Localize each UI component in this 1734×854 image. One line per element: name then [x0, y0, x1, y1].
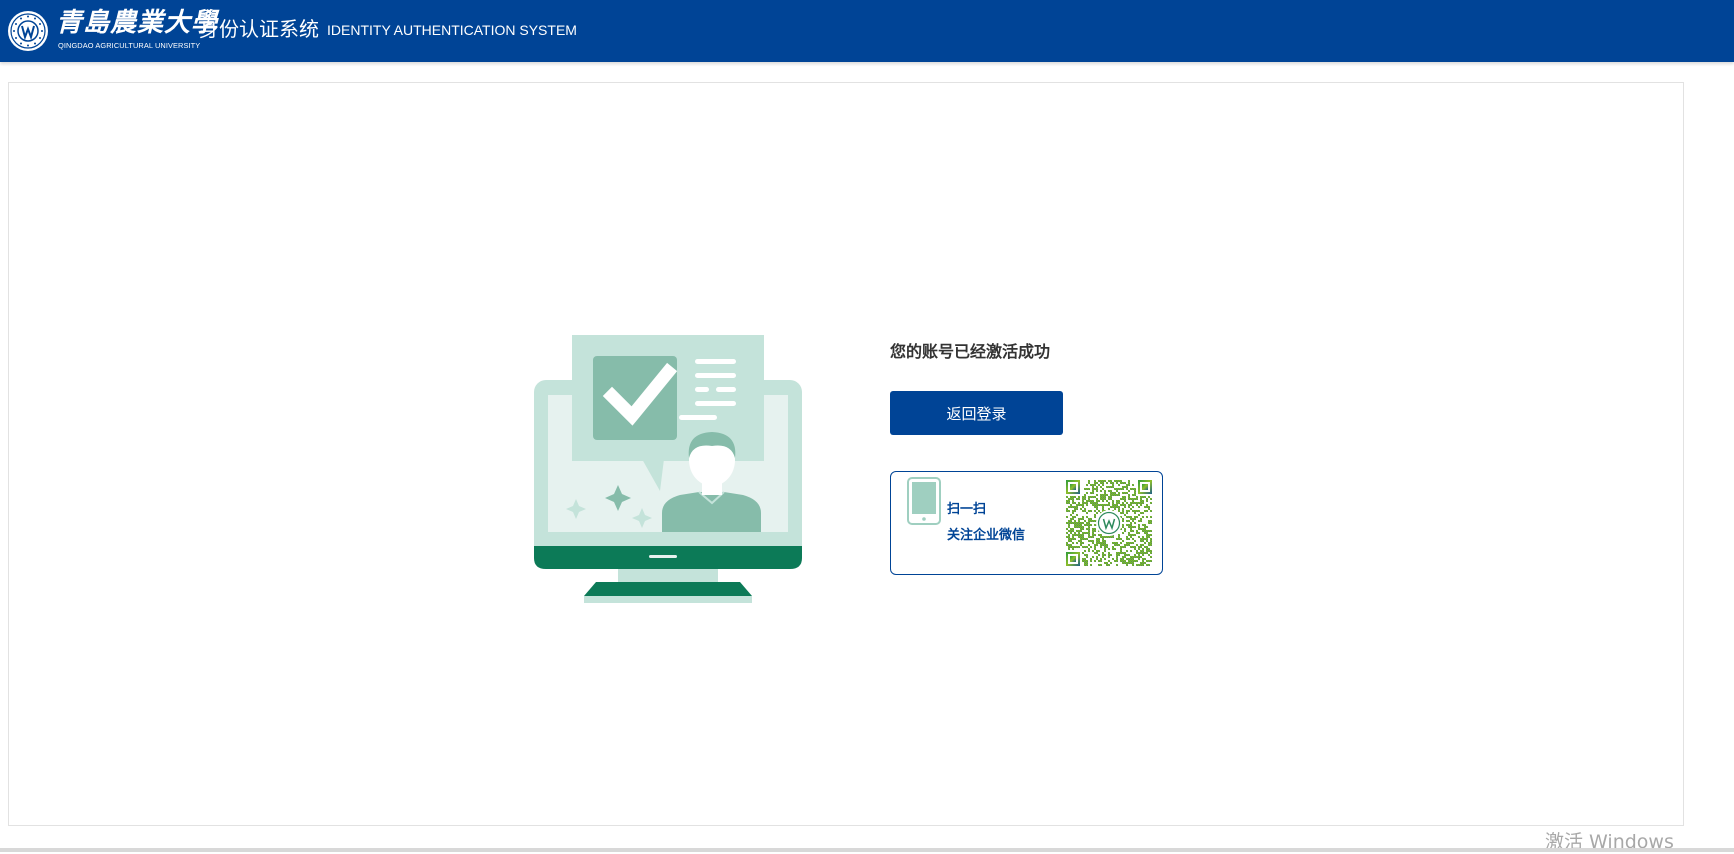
mobile-phone-icon — [907, 477, 941, 525]
main-content-panel — [8, 82, 1684, 826]
horizontal-scrollbar[interactable] — [0, 848, 1734, 852]
university-name-en: QINGDAO AGRICULTURAL UNIVERSITY — [58, 41, 201, 50]
wechat-follow-card: 扫一扫 关注企业微信 — [890, 471, 1163, 575]
account-activated-illustration — [534, 335, 802, 603]
back-to-login-button[interactable]: 返回登录 — [890, 391, 1063, 435]
university-name-cn: 青島農業大學 — [56, 8, 219, 38]
system-title-cn: 身份认证系统 — [199, 17, 319, 41]
top-header-bar: 青島農業大學 QINGDAO AGRICULTURAL UNIVERSITY 身… — [0, 0, 1734, 62]
system-title-en: IDENTITY AUTHENTICATION SYSTEM — [327, 22, 577, 38]
activation-success-message: 您的账号已经激活成功 — [890, 342, 1051, 361]
wechat-qr-code — [1066, 480, 1152, 566]
wechat-follow-text: 关注企业微信 — [947, 528, 1026, 543]
university-seal-icon — [8, 11, 48, 51]
wechat-scan-text: 扫一扫 — [947, 502, 987, 517]
